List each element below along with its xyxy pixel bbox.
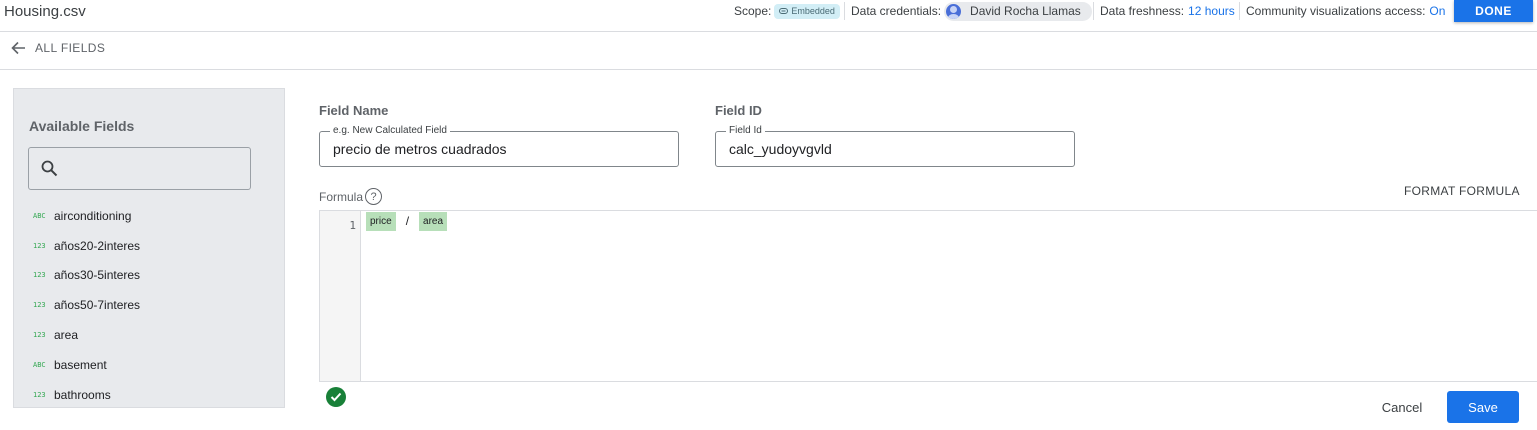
line-gutter: 1 [320, 211, 361, 381]
field-list: ABC airconditioning 123 años20-2interes 12… [14, 201, 284, 410]
credentials-info: Data credentials: David Rocha Llamas [851, 0, 1092, 22]
freshness-link[interactable]: 12 hours [1188, 4, 1235, 18]
formula-editor[interactable]: 1 price / area [319, 210, 1537, 382]
search-input[interactable] [28, 147, 251, 190]
list-item[interactable]: ABC airconditioning [14, 201, 284, 231]
scope-value: Embedded [791, 6, 835, 16]
formula-operator: / [405, 214, 410, 228]
list-item[interactable]: 123 años20-2interes [14, 231, 284, 261]
credentials-user: David Rocha Llamas [970, 4, 1081, 18]
field-name-floating-label: e.g. New Calculated Field [330, 125, 450, 137]
field-name: area [54, 328, 79, 343]
field-type-icon: 123 [33, 241, 46, 250]
list-item[interactable]: 123 años50-7interes [14, 290, 284, 320]
community-label: Community visualizations access: [1246, 4, 1426, 18]
divider [1239, 2, 1240, 20]
credentials-label: Data credentials: [851, 4, 942, 18]
divider [1093, 2, 1094, 20]
cancel-button[interactable]: Cancel [1366, 392, 1438, 422]
field-name: bathrooms [54, 387, 111, 402]
field-name: años50-7interes [54, 298, 141, 313]
panel-title: Available Fields [29, 118, 135, 134]
divider [844, 2, 845, 20]
field-name: basement [54, 357, 107, 372]
formula-token-field: area [419, 211, 448, 231]
avatar-icon [946, 3, 962, 19]
link-icon [779, 8, 789, 14]
check-circle-icon [326, 387, 346, 407]
field-name: años20-2interes [54, 238, 141, 253]
field-id-value: calc_yudoyvgvld [729, 141, 832, 157]
datasource-name: Housing.csv [4, 3, 86, 20]
formula-label: Formula [319, 189, 364, 204]
field-id-label: Field ID [715, 103, 762, 118]
sub-bar: ALL FIELDS [0, 32, 1537, 70]
credentials-chip[interactable]: David Rocha Llamas [944, 1, 1092, 21]
top-bar: Housing.csv Scope: Embedded Data credent… [0, 0, 1537, 32]
field-name: años30-5interes [54, 268, 141, 283]
field-name: airconditioning [54, 208, 132, 223]
field-name-label: Field Name [319, 103, 389, 118]
freshness-info: Data freshness: 12 hours [1100, 0, 1235, 22]
all-fields-back[interactable]: ALL FIELDS [10, 40, 105, 56]
formula-label-group: Formula ? [319, 188, 383, 205]
field-type-icon: 123 [33, 301, 46, 310]
list-item[interactable]: 123 bathrooms [14, 380, 284, 410]
save-button[interactable]: Save [1447, 391, 1519, 423]
community-link[interactable]: On [1429, 4, 1445, 18]
field-type-icon: 123 [33, 390, 46, 399]
back-arrow-icon [11, 41, 25, 55]
field-name-input[interactable]: e.g. New Calculated Field precio de metr… [319, 125, 679, 167]
field-id-floating-label: Field Id [726, 125, 765, 137]
scope-info: Scope: Embedded [734, 0, 840, 22]
back-label: ALL FIELDS [35, 41, 106, 55]
field-type-icon: 123 [33, 331, 46, 340]
community-info: Community visualizations access: On [1246, 0, 1445, 22]
available-fields-panel: Available Fields ABC airconditioning 123 a… [13, 88, 285, 408]
line-number: 1 [349, 219, 356, 232]
list-item[interactable]: ABC basement [14, 350, 284, 380]
done-button[interactable]: DONE [1454, 0, 1533, 22]
list-item[interactable]: 123 area [14, 320, 284, 350]
field-type-icon: 123 [33, 271, 46, 280]
help-icon[interactable]: ? [365, 188, 383, 205]
scope-label: Scope: [734, 4, 772, 18]
format-formula-button[interactable]: FORMAT FORMULA [1404, 184, 1520, 198]
formula-line: price / area [366, 211, 448, 231]
field-id-input[interactable]: Field Id calc_yudoyvgvld [715, 125, 1075, 167]
freshness-label: Data freshness: [1100, 4, 1185, 18]
scope-chip[interactable]: Embedded [774, 3, 840, 19]
formula-token-field: price [366, 211, 396, 231]
field-type-icon: ABC [33, 211, 46, 220]
field-type-icon: ABC [33, 360, 46, 369]
search-icon [41, 160, 58, 177]
list-item[interactable]: 123 años30-5interes [14, 261, 284, 291]
field-name-value: precio de metros cuadrados [333, 141, 507, 157]
